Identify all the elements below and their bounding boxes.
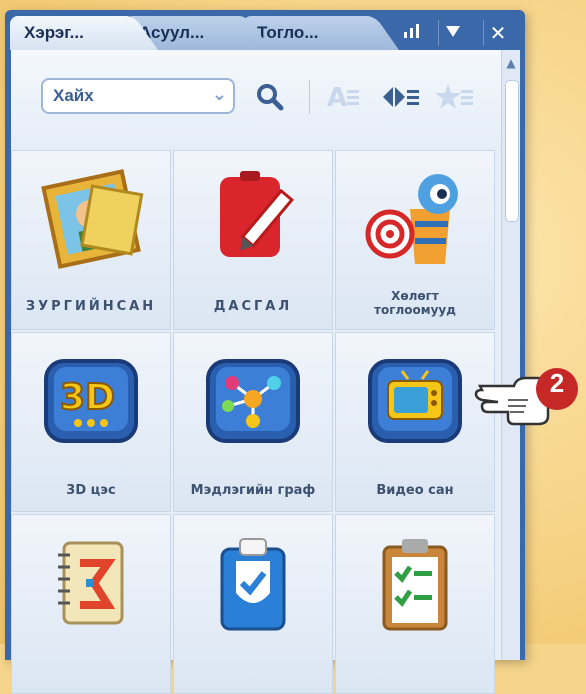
callout-pointer: 2 xyxy=(474,364,584,438)
3d-icon: 3D xyxy=(44,359,138,443)
search-field[interactable]: Хайх ⌄ xyxy=(41,78,235,114)
triangle-down-icon xyxy=(446,26,460,37)
sigma-notebook-icon xyxy=(58,541,124,625)
flip-icon[interactable] xyxy=(381,82,421,116)
grid-item-label: ЗУРГИЙНСАН xyxy=(25,299,157,314)
step-number-badge: 2 xyxy=(536,368,578,410)
grid-item-picture-library[interactable]: ЗУРГИЙНСАН xyxy=(11,150,171,330)
red-notebook-pencil-icon xyxy=(220,171,294,257)
favorites-icon[interactable] xyxy=(435,82,475,116)
close-button[interactable]: ✕ xyxy=(483,20,512,46)
grid-item-sigma-notebook[interactable] xyxy=(11,514,171,694)
close-icon: ✕ xyxy=(489,21,507,45)
signal-bars-icon[interactable] xyxy=(398,20,426,46)
svg-text:3D: 3D xyxy=(60,377,115,418)
grid-item-exercise[interactable]: ДАСГАЛ xyxy=(173,150,333,330)
grid-item-label: 3D цэс xyxy=(66,483,116,498)
scrollbar-thumb[interactable] xyxy=(505,80,519,222)
clipboard-check-icon xyxy=(220,538,286,631)
panel-body: Хайх ⌄ A ЗУРГИЙНСАН ДАСГАЛ Хөлөгт тоглоо… xyxy=(11,50,520,694)
app-window: Тогло... Асуул... Хэрэг... ✕ Хайх ⌄ A ЗУ… xyxy=(5,10,525,694)
chevron-down-icon[interactable]: ⌄ xyxy=(212,84,227,105)
grid-item-label-line2: тоглоомууд xyxy=(374,303,456,317)
text-size-icon[interactable]: A xyxy=(327,82,363,116)
graph-nodes-icon xyxy=(206,359,300,443)
scroll-up-arrow-icon[interactable]: ▲ xyxy=(504,56,518,70)
grid-item-checklist[interactable] xyxy=(335,514,495,694)
tab-bar: Тогло... Асуул... Хэрэг... ✕ xyxy=(5,10,525,52)
grid-item-label: ДАСГАЛ xyxy=(213,299,293,314)
picture-frame-icon xyxy=(41,169,144,269)
search-placeholder: Хайх xyxy=(53,86,94,105)
search-icon[interactable] xyxy=(255,82,285,116)
grid-item-video-library[interactable]: Видео сан xyxy=(335,332,495,512)
grid-item-clipboard-check[interactable] xyxy=(173,514,333,694)
svg-text:A: A xyxy=(327,83,347,112)
grid-item-label: Мэдлэгийн граф xyxy=(190,483,316,498)
grid-item-label-line1: Хөлөгт xyxy=(391,289,439,303)
scrollbar[interactable]: ▲ xyxy=(501,50,520,660)
tab-tools[interactable]: Хэрэг... xyxy=(10,16,132,50)
toolbar: Хайх ⌄ A xyxy=(11,50,501,150)
grid-item-label: Видео сан xyxy=(376,483,454,498)
toolbar-divider xyxy=(309,80,310,114)
grid-item-label: Хөлөгт тоглоомууд xyxy=(336,289,494,317)
dropdown-button[interactable] xyxy=(438,20,467,46)
tab-tools-label: Хэрэг... xyxy=(24,23,84,42)
grid-item-3d-menu[interactable]: 3D 3D цэс xyxy=(11,332,171,512)
grid-item-board-games[interactable]: Хөлөгт тоглоомууд xyxy=(335,150,495,330)
tab-games-label: Тогло... xyxy=(257,23,319,42)
target-eye-icon xyxy=(365,174,458,264)
tv-icon xyxy=(368,359,462,443)
checklist-clipboard-icon xyxy=(382,539,448,631)
grid-item-knowledge-graph[interactable]: Мэдлэгийн граф xyxy=(173,332,333,512)
